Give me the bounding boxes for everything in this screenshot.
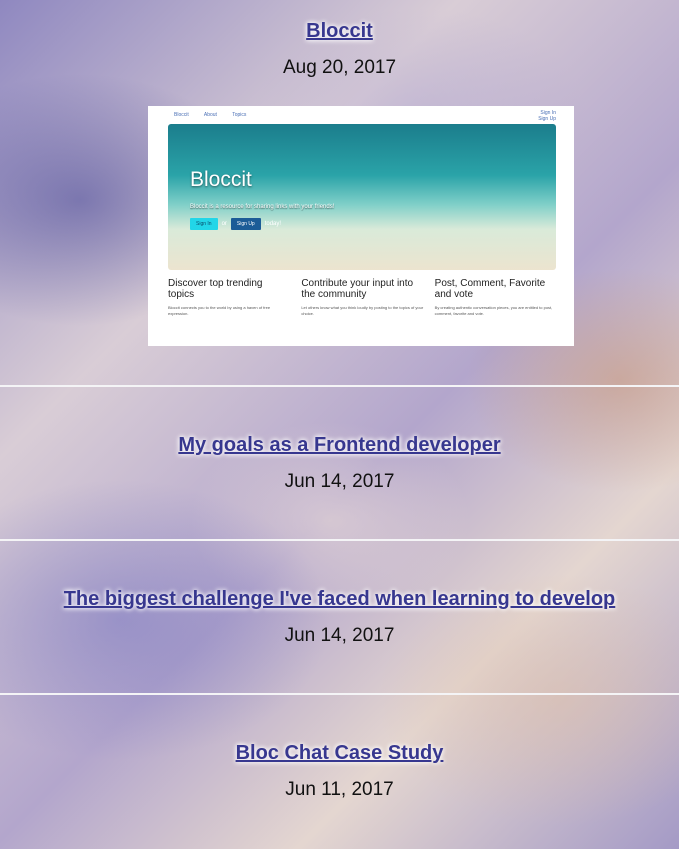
screenshot-feature-text: Let others know what you think loudly by… xyxy=(301,305,424,316)
post-title-link[interactable]: Bloccit xyxy=(306,20,373,43)
screenshot-hero-tagline: Bloccit is a resource for sharing links … xyxy=(190,204,335,210)
post-screenshot-image[interactable]: Bloccit About Topics Sign In Sign Up Blo… xyxy=(148,106,574,346)
post-title-link[interactable]: Bloc Chat Case Study xyxy=(236,742,444,765)
screenshot-nav-item: Topics xyxy=(232,112,247,118)
screenshot-feature-columns: Discover top trending topics Bloccit con… xyxy=(168,278,558,317)
screenshot-hero-banner: Bloccit Bloccit is a resource for sharin… xyxy=(168,124,556,270)
screenshot-nav-item: About xyxy=(203,112,217,118)
screenshot-hero-title: Bloccit xyxy=(190,168,252,191)
post-divider xyxy=(0,693,679,695)
post-date: Jun 11, 2017 xyxy=(285,779,394,800)
screenshot-nav-item: Bloccit xyxy=(174,112,189,118)
post-date: Jun 14, 2017 xyxy=(284,471,395,492)
screenshot-or-text: or xyxy=(221,221,227,227)
post-divider xyxy=(0,385,679,387)
screenshot-feature-text: Bloccit connects you to the world by usi… xyxy=(168,305,271,316)
screenshot-feature-column: Contribute your input into the community… xyxy=(301,278,424,317)
screenshot-sign-in-button: Sign In xyxy=(190,218,218,230)
screenshot-auth-links: Sign In Sign Up xyxy=(538,110,556,122)
screenshot-today-text: today! xyxy=(264,221,282,227)
screenshot-feature-text: By creating authentic conversation piece… xyxy=(434,305,553,316)
post-frontend-goals: My goals as a Frontend developer Jun 14,… xyxy=(0,434,679,493)
post-title-link[interactable]: The biggest challenge I've faced when le… xyxy=(64,588,616,611)
screenshot-hero-buttons: Sign In or Sign Up today! xyxy=(190,218,281,230)
post-biggest-challenge: The biggest challenge I've faced when le… xyxy=(0,588,679,647)
screenshot-feature-heading: Discover top trending topics xyxy=(168,278,263,300)
screenshot-feature-column: Post, Comment, Favorite and vote By crea… xyxy=(435,278,558,317)
screenshot-sign-up-button: Sign Up xyxy=(230,218,261,230)
post-title-link[interactable]: My goals as a Frontend developer xyxy=(178,434,500,457)
post-date: Jun 14, 2017 xyxy=(284,625,395,646)
post-date: Aug 20, 2017 xyxy=(282,57,397,78)
screenshot-nav: Bloccit About Topics xyxy=(174,112,260,118)
screenshot-feature-heading: Contribute your input into the community xyxy=(301,278,414,300)
screenshot-feature-heading: Post, Comment, Favorite and vote xyxy=(434,278,546,300)
post-bloccit: Bloccit Aug 20, 2017 xyxy=(0,20,679,79)
screenshot-feature-column: Discover top trending topics Bloccit con… xyxy=(168,278,291,317)
post-divider xyxy=(0,539,679,541)
post-bloc-chat: Bloc Chat Case Study Jun 11, 2017 xyxy=(0,742,679,801)
screenshot-sign-up: Sign Up xyxy=(538,116,556,122)
